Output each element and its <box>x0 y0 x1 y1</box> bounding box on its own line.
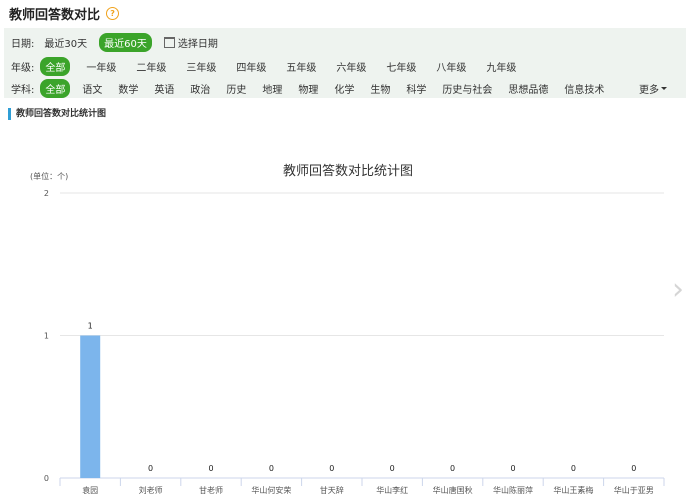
data-label-2: 0 <box>208 464 213 473</box>
y-tick-label-0: 0 <box>44 474 49 483</box>
x-tick-label-7: 华山陈丽萍 <box>493 485 533 495</box>
x-tick-label-0: 袁园 <box>82 485 98 495</box>
bar-chart: 教师回答数对比统计图 (单位：个) 0 1 2 1 袁园 0 刘老师 0 甘老师 0 华山何安荣 0 甘天辞… <box>30 163 665 495</box>
chevron-right-icon[interactable]: › <box>672 272 690 308</box>
data-label-6: 0 <box>450 464 455 473</box>
x-tick-label-5: 华山李红 <box>376 485 408 495</box>
x-tick-label-8: 华山王素梅 <box>553 485 593 495</box>
x-tick-label-3: 华山何安荣 <box>251 485 291 495</box>
data-label-9: 0 <box>631 464 636 473</box>
data-label-1: 0 <box>148 464 153 473</box>
x-tick-label-9: 华山于亚男 <box>614 485 654 495</box>
data-label-4: 0 <box>329 464 334 473</box>
chart-title: 教师回答数对比统计图 <box>283 163 413 179</box>
chart-unit-label: (单位：个) <box>30 171 68 181</box>
x-tick-label-6: 华山唐国秋 <box>433 485 473 495</box>
x-tick-label-4: 甘天辞 <box>320 485 344 495</box>
data-label-5: 0 <box>390 464 395 473</box>
data-label-8: 0 <box>571 464 576 473</box>
y-tick-label-1: 1 <box>44 332 49 341</box>
data-label-3: 0 <box>269 464 274 473</box>
x-tick-label-1: 刘老师 <box>139 485 163 495</box>
x-tick-label-2: 甘老师 <box>199 485 223 495</box>
data-label-7: 0 <box>510 464 515 473</box>
y-tick-label-2: 2 <box>44 189 49 198</box>
bar-0 <box>80 335 101 478</box>
data-label-0: 1 <box>88 322 93 331</box>
